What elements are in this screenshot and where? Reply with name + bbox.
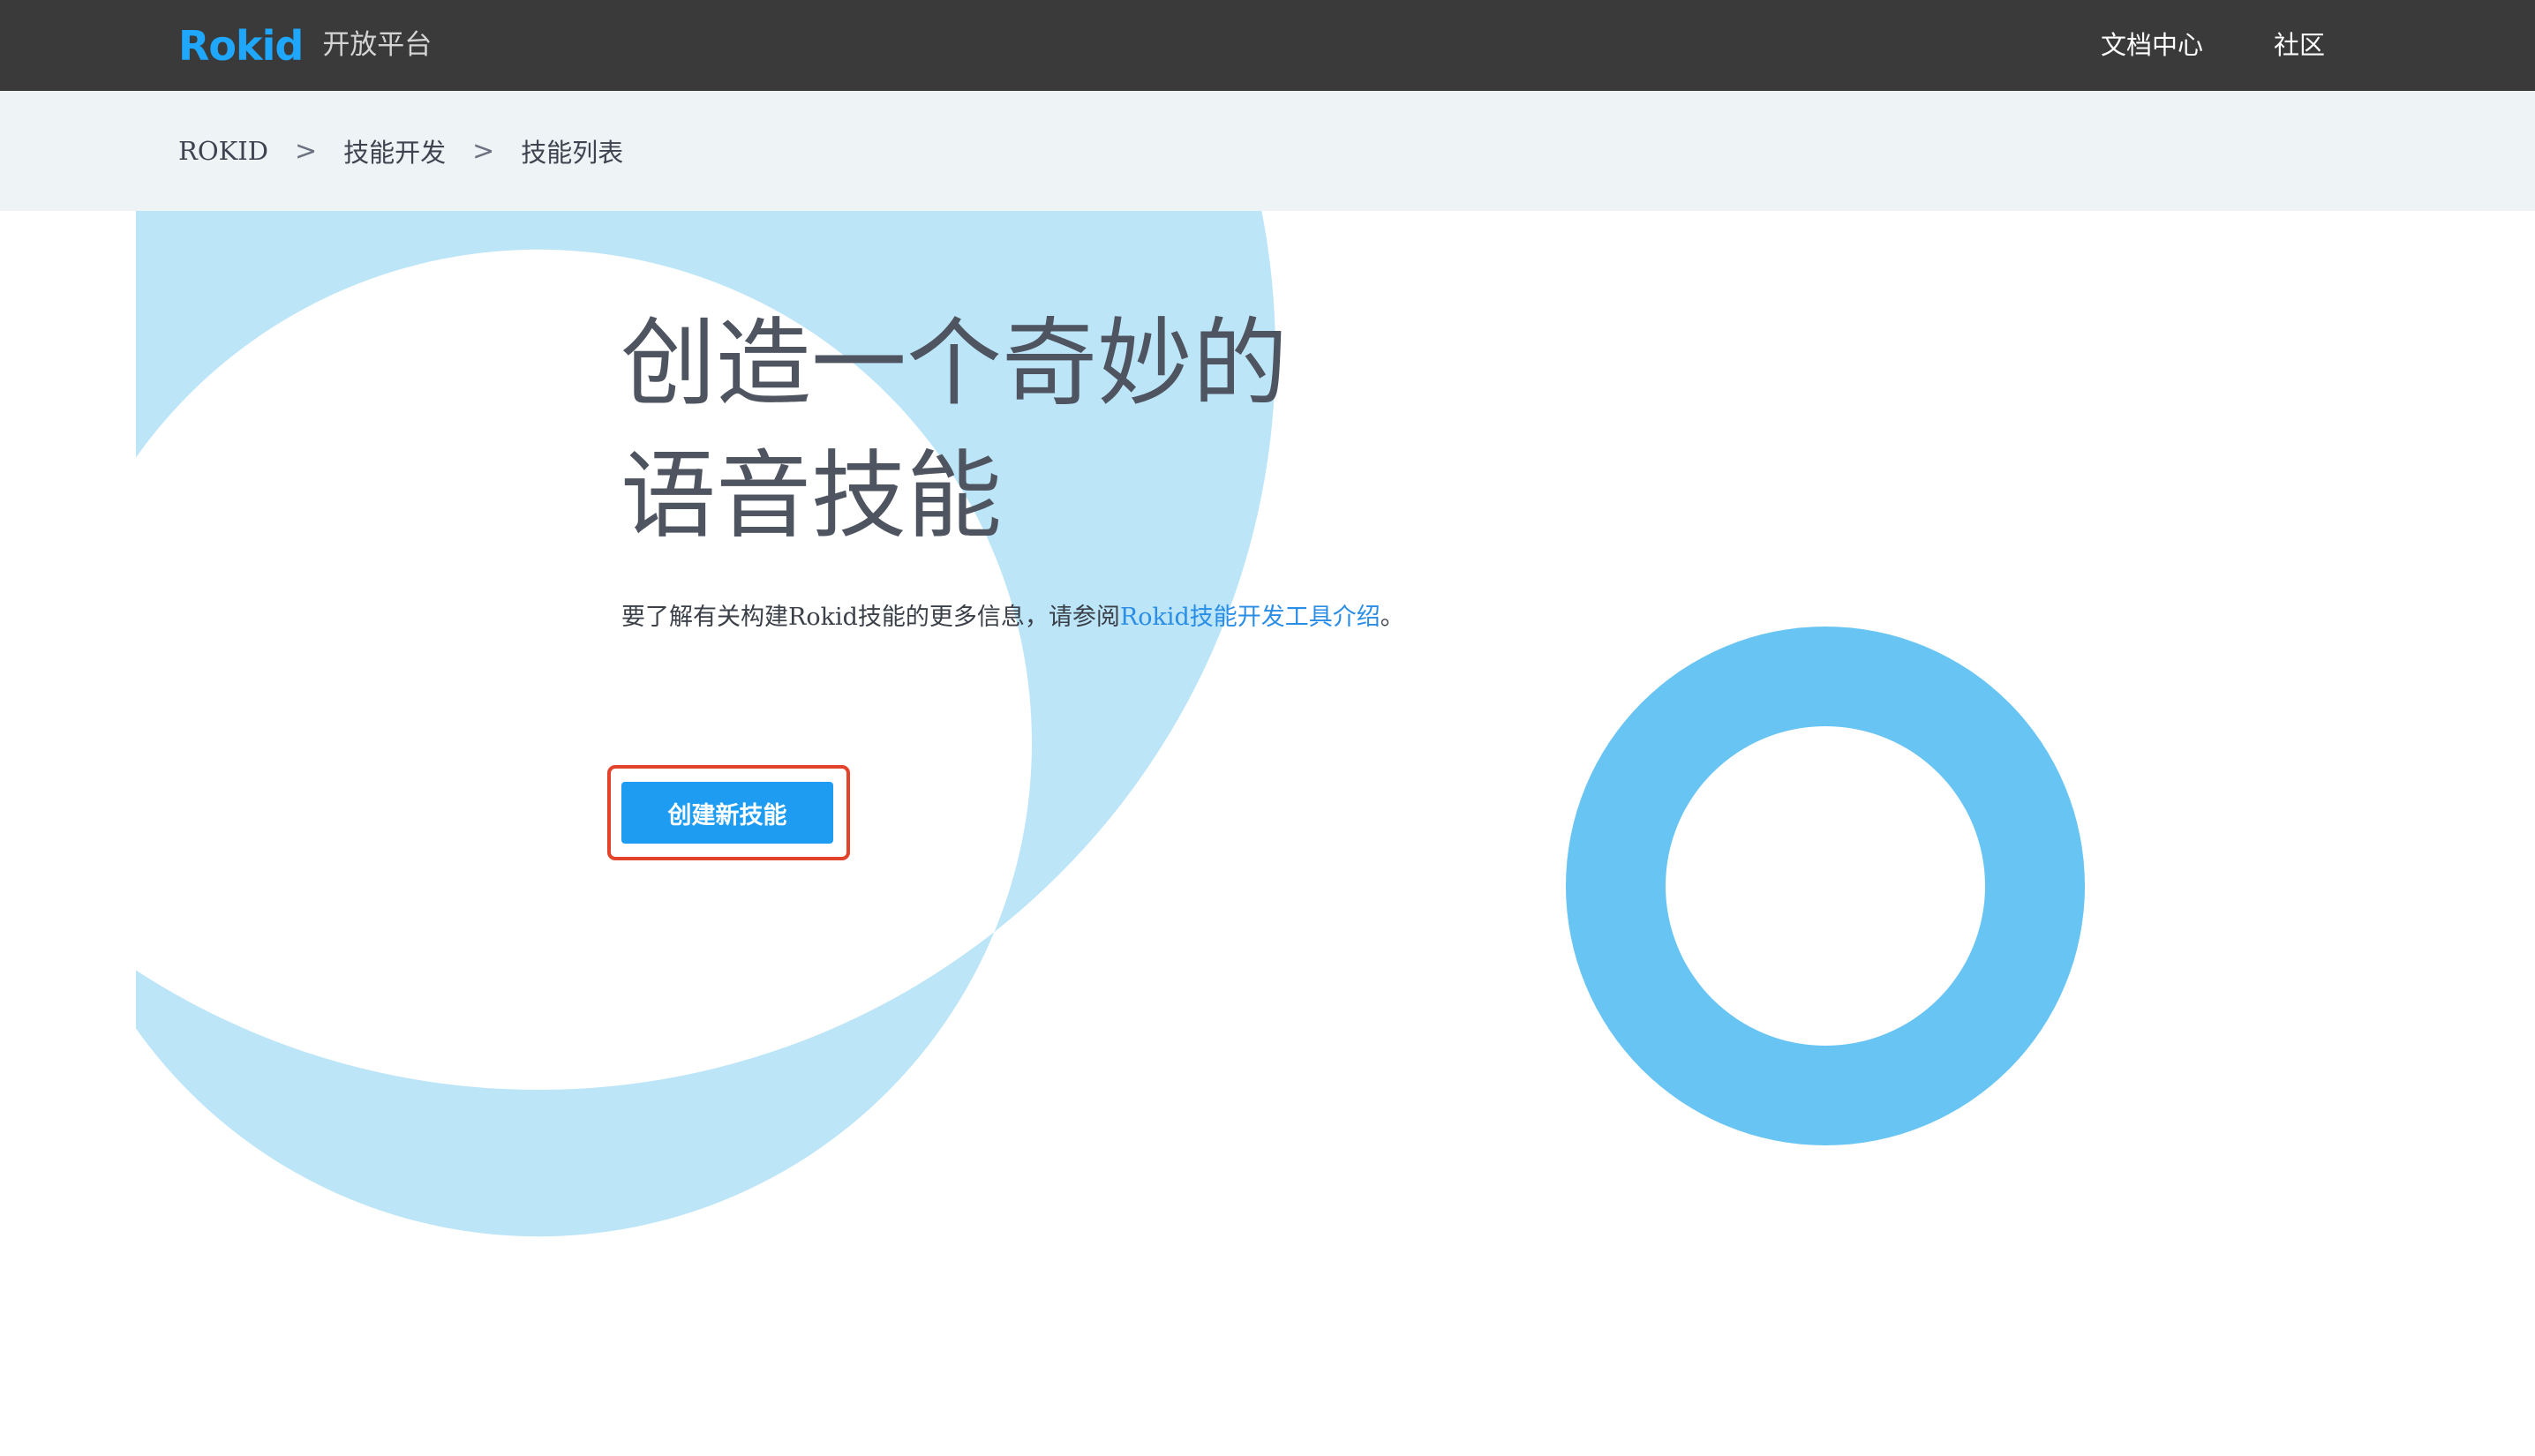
description-text: 要了解有关构建Rokid技能的更多信息，请参阅 <box>621 604 1120 631</box>
nav-link-docs[interactable]: 文档中心 <box>2101 33 2203 58</box>
decorative-rings <box>136 211 2085 1236</box>
platform-label: 开放平台 <box>322 29 433 61</box>
nav-link-community[interactable]: 社区 <box>2274 33 2325 58</box>
hero-title: 创造一个奇妙的 语音技能 <box>621 298 1415 563</box>
hero-title-line-2: 语音技能 <box>621 441 1003 552</box>
breadcrumb: ROKID > 技能开发 > 技能列表 <box>178 91 623 211</box>
breadcrumb-item-skill-list: 技能列表 <box>521 138 624 168</box>
top-navbar: Rokid 开放平台 文档中心 社区 <box>0 0 2535 91</box>
chevron-right-icon: > <box>472 135 495 167</box>
breadcrumb-bar: ROKID > 技能开发 > 技能列表 <box>0 91 2535 211</box>
hero-description: 要了解有关构建Rokid技能的更多信息，请参阅Rokid技能开发工具介绍。 <box>621 600 1404 635</box>
description-end: 。 <box>1380 604 1404 631</box>
rokid-logo: Rokid <box>178 21 304 70</box>
breadcrumb-item-skill-dev[interactable]: 技能开发 <box>343 132 446 169</box>
brand-home-link[interactable]: Rokid 开放平台 <box>178 0 432 91</box>
small-ring-shape <box>1566 627 2085 1145</box>
top-nav-links: 文档中心 社区 <box>2030 0 2325 91</box>
breadcrumb-item-rokid[interactable]: ROKID <box>178 136 268 166</box>
chevron-right-icon: > <box>294 135 318 167</box>
hero-title-line-1: 创造一个奇妙的 <box>621 309 1289 419</box>
dev-tools-intro-link[interactable]: Rokid技能开发工具介绍 <box>1120 604 1380 631</box>
create-skill-button[interactable]: 创建新技能 <box>621 782 833 844</box>
